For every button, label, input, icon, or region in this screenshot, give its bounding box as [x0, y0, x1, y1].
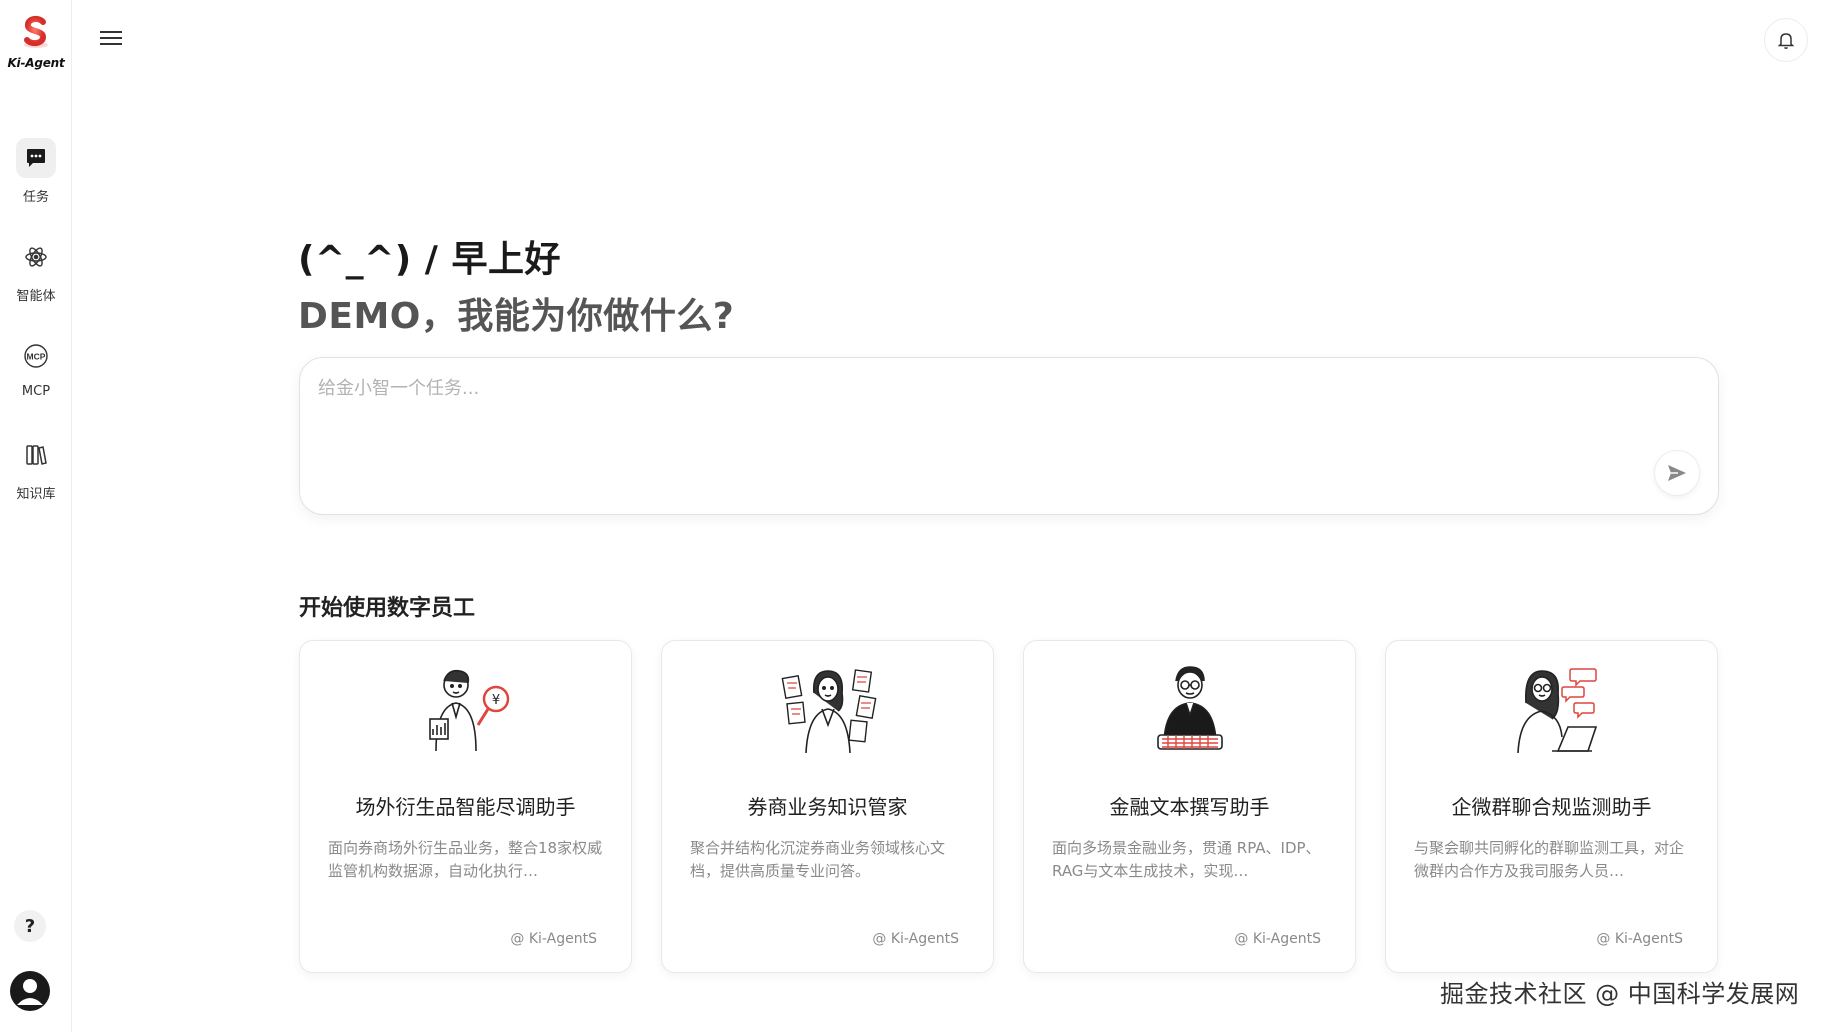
- sidebar-item-label: MCP: [21, 384, 51, 399]
- bell-icon: [1777, 33, 1795, 49]
- task-input[interactable]: [318, 374, 1618, 474]
- card-title: 场外衍生品智能尽调助手: [355, 795, 576, 819]
- watermark: 掘金技术社区 @ 中国科学发展网: [1440, 980, 1800, 1008]
- sidebar-item-label: 知识库: [16, 487, 56, 502]
- send-button[interactable]: [1654, 450, 1700, 496]
- svg-text:MCP: MCP: [27, 352, 46, 362]
- hamburger-icon: [100, 31, 122, 45]
- task-input-box: [299, 357, 1719, 515]
- menu-toggle-button[interactable]: [98, 26, 124, 50]
- chat-monitor-illustration: [1517, 668, 1598, 754]
- chat-bubble-icon: [16, 138, 56, 178]
- card-description: 与聚会聊共同孵化的群聊监测工具，对企微群内合作方及我司服务人员…: [1414, 839, 1685, 880]
- sidebar-item-label: 智能体: [16, 289, 56, 304]
- analyst-illustration: ¥: [429, 669, 510, 752]
- card-description: 面向多场景金融业务，贯通 RPA、IDP、RAG与文本生成技术，实现…: [1052, 839, 1321, 880]
- user-icon: [17, 979, 43, 1005]
- notifications-button[interactable]: [1764, 18, 1808, 62]
- svg-text:¥: ¥: [492, 693, 500, 708]
- section-title: 开始使用数字员工: [299, 596, 476, 621]
- card-source: @ Ki-AgentS: [510, 931, 597, 947]
- agent-card[interactable]: ¥ 场外衍生品智能尽调助手 面向券商场外衍生品业务，整合18家权威监管机构数据源…: [299, 640, 632, 973]
- card-source: @ Ki-AgentS: [1596, 931, 1683, 947]
- agent-card[interactable]: 企微群聊合规监测助手 与聚会聊共同孵化的群聊监测工具，对企微群内合作方及我司服务…: [1385, 640, 1718, 973]
- card-title: 券商业务知识管家: [747, 795, 908, 819]
- writer-illustration: [1157, 666, 1223, 750]
- mcp-icon: MCP: [16, 336, 56, 376]
- logo-icon: [24, 15, 48, 48]
- send-icon: [1668, 465, 1686, 481]
- atom-icon: [16, 237, 56, 277]
- logo[interactable]: Ki-Agent: [0, 14, 72, 70]
- card-description: 聚合并结构化沉淀券商业务领域核心文档，提供高质量专业问答。: [690, 839, 946, 880]
- card-title: 企微群聊合规监测助手: [1451, 795, 1652, 819]
- sidebar-item-tasks[interactable]: 任务: [0, 138, 72, 205]
- logo-text: Ki-Agent: [7, 56, 65, 70]
- app-root: Ki-Agent 任务 智能体 MCP MCP 知识库 ? (^_^) / 早上…: [0, 0, 1830, 1032]
- card-source: @ Ki-AgentS: [872, 931, 959, 947]
- sidebar-item-label: 任务: [22, 190, 49, 205]
- greeting-subtitle: DEMO，我能为你做什么?: [298, 296, 735, 337]
- books-icon: [16, 435, 56, 475]
- card-description: 面向券商场外衍生品业务，整合18家权威监管机构数据源，自动化执行…: [328, 839, 603, 880]
- card-title: 金融文本撰写助手: [1109, 795, 1270, 819]
- agent-card[interactable]: 金融文本撰写助手 面向多场景金融业务，贯通 RPA、IDP、RAG与文本生成技术…: [1023, 640, 1356, 973]
- avatar[interactable]: [10, 971, 50, 1011]
- sidebar-item-mcp[interactable]: MCP MCP: [0, 336, 72, 399]
- documents-illustration: [781, 669, 877, 754]
- sidebar: Ki-Agent 任务 智能体 MCP MCP 知识库 ?: [0, 0, 72, 1032]
- card-source: @ Ki-AgentS: [1234, 931, 1321, 947]
- help-button[interactable]: ?: [14, 910, 46, 942]
- sidebar-item-agents[interactable]: 智能体: [0, 237, 72, 304]
- greeting-title: (^_^) / 早上好: [298, 239, 561, 280]
- agent-card[interactable]: 券商业务知识管家 聚合并结构化沉淀券商业务领域核心文档，提供高质量专业问答。 @…: [661, 640, 994, 973]
- sidebar-item-knowledge[interactable]: 知识库: [0, 435, 72, 502]
